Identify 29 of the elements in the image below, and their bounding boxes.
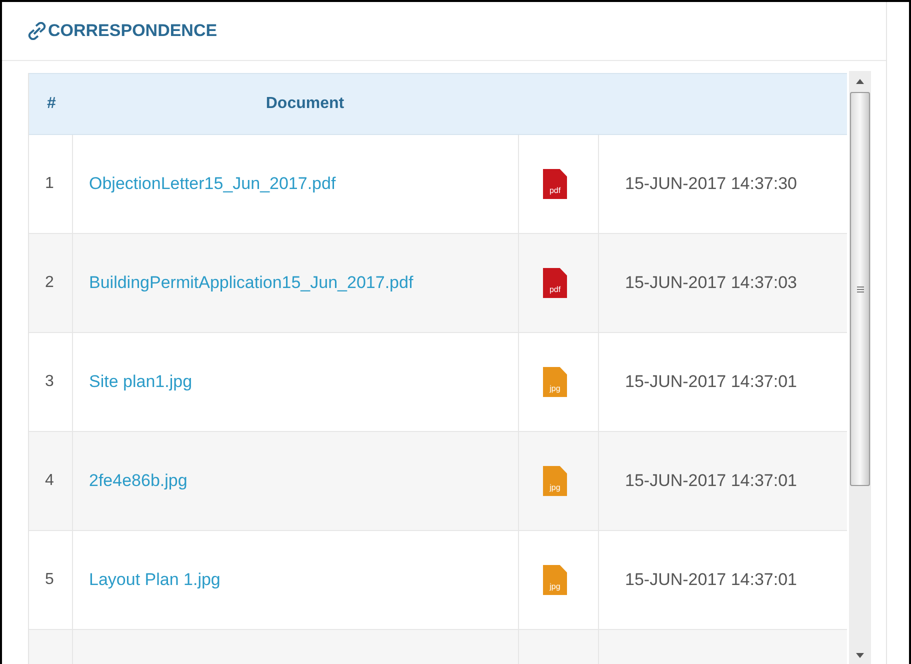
- document-link[interactable]: 2fe4e86b.jpg: [89, 471, 188, 491]
- column-header: Document: [264, 95, 344, 113]
- row-number: 4: [45, 472, 54, 490]
- scroll-up-icon[interactable]: [856, 79, 864, 84]
- scrollbar[interactable]: [849, 71, 871, 664]
- row-number: 5: [45, 571, 54, 589]
- image-file-icon: jpg: [543, 565, 567, 595]
- date-text: 15-JUN-2017 14:37:01: [625, 570, 798, 590]
- link-icon: [28, 22, 46, 40]
- grip-icon: [856, 286, 864, 292]
- document-link[interactable]: ObjectionLetter15_Jun_2017.pdf: [89, 174, 336, 194]
- pdf-file-icon: pdf: [543, 169, 567, 199]
- scroll-down-icon[interactable]: [856, 653, 864, 658]
- panel-title: CORRESPONDENCE: [48, 21, 218, 41]
- date-text: 15-JUN-2017 14:37:01: [625, 372, 798, 392]
- date-text: 15-JUN-2017 14:37:30: [625, 174, 798, 194]
- document-link[interactable]: Site plan1.jpg: [89, 372, 192, 392]
- pdf-file-icon: pdf: [543, 268, 567, 298]
- scroll-thumb[interactable]: [850, 92, 870, 486]
- row-number: 2: [45, 274, 54, 292]
- image-file-icon: jpg: [543, 466, 567, 496]
- document-link[interactable]: Layout Plan 1.jpg: [89, 570, 220, 590]
- image-file-icon: jpg: [543, 367, 567, 397]
- row-number: 1: [45, 175, 54, 193]
- column-header: #: [46, 95, 56, 113]
- row-number: 3: [45, 373, 54, 391]
- date-text: 15-JUN-2017 14:37:03: [625, 273, 798, 293]
- document-link[interactable]: BuildingPermitApplication15_Jun_2017.pdf: [89, 273, 414, 293]
- date-text: 15-JUN-2017 14:37:01: [625, 471, 798, 491]
